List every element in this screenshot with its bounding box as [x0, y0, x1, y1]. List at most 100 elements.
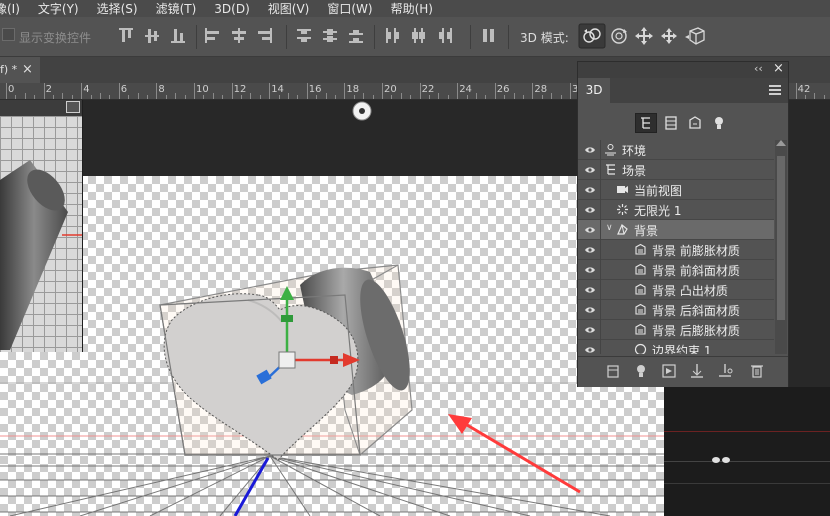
menu-bar: 图像(I)文字(Y)选择(S)滤镜(T)3D(D)视图(V)窗口(W)帮助(H) [0, 0, 830, 17]
panel-tab-3d[interactable]: 3D [578, 78, 610, 103]
menu-item[interactable]: 3D(D) [205, 2, 258, 16]
auto-align-icon[interactable] [480, 27, 498, 45]
layer-row[interactable]: 背景 后膨胀材质 [578, 320, 774, 340]
distribute-hcenter-icon[interactable] [410, 27, 428, 45]
visibility-eye-icon[interactable] [584, 324, 596, 336]
align-hcenter-icon[interactable] [230, 27, 248, 45]
distribute-top-icon[interactable] [296, 27, 314, 45]
layer-label: 场景 [622, 164, 647, 178]
3d-orbit-icon[interactable] [578, 23, 606, 49]
drop-to-ground-icon[interactable] [690, 363, 704, 379]
ruler-tick-label: 28 [534, 84, 548, 95]
visibility-eye-icon[interactable] [584, 224, 596, 236]
layer-row[interactable]: 无限光 1 [578, 200, 774, 220]
document-tab-close-icon[interactable]: × [22, 57, 33, 83]
visibility-eye-icon[interactable] [584, 164, 596, 176]
visibility-eye-icon[interactable] [584, 204, 596, 216]
light-icon [616, 203, 629, 216]
layer-label: 背景 后斜面材质 [652, 304, 740, 318]
align-left-icon[interactable] [204, 27, 222, 45]
material-icon [634, 263, 647, 276]
layer-row[interactable]: 场景 [578, 160, 774, 180]
menu-item[interactable]: 选择(S) [88, 0, 147, 17]
menu-item[interactable]: 视图(V) [259, 0, 319, 17]
visibility-eye-icon[interactable] [584, 144, 596, 156]
add-mesh-icon[interactable] [606, 364, 620, 378]
expand-chevron-icon[interactable]: ∨ [606, 223, 613, 233]
panel-collapse-icon[interactable]: ‹‹ [754, 62, 763, 75]
layer-row[interactable]: 背景 凸出材质 [578, 280, 774, 300]
material-icon [634, 283, 647, 296]
panel-scrollbar[interactable] [775, 140, 787, 354]
panel-menu-icon[interactable] [769, 85, 781, 95]
delete-icon[interactable] [750, 363, 764, 379]
3d-roll-icon[interactable] [609, 26, 629, 46]
document-tab-title: f) * [0, 63, 18, 76]
document-tab[interactable]: f) * × [0, 57, 40, 83]
filter-materials-icon[interactable] [688, 116, 702, 130]
ruler-tick-label: 24 [459, 84, 472, 95]
layer-list: 环境 场景 当前视图 无限光 1 ∨ 背景 背景 前膨胀材质 背景 前斜面材质 背景 凸出材质背… [578, 140, 774, 354]
align-vcenter-icon[interactable] [144, 27, 162, 45]
visibility-eye-icon[interactable] [584, 244, 596, 256]
visibility-eye-icon[interactable] [584, 304, 596, 316]
ruler-tick-label: 10 [196, 84, 209, 95]
panel-tabbar: 3D [578, 78, 788, 103]
layer-row[interactable]: 背景 后斜面材质 [578, 300, 774, 320]
layer-label: 背景 前膨胀材质 [652, 244, 740, 258]
3d-slide-icon[interactable] [659, 26, 679, 46]
ruler-tick-label: 2 [45, 84, 52, 95]
scene-icon [604, 163, 617, 176]
distribute-right-icon[interactable] [436, 27, 454, 45]
distribute-bottom-icon[interactable] [348, 27, 366, 45]
menu-item[interactable]: 图像(I) [0, 0, 29, 17]
environment-icon [604, 143, 617, 156]
render-icon[interactable] [662, 364, 676, 378]
material-icon [634, 243, 647, 256]
add-light-icon[interactable] [634, 364, 648, 378]
ruler-tick-label: 42 [797, 84, 811, 95]
secondary-canvas [664, 387, 830, 516]
align-top-icon[interactable] [118, 27, 136, 45]
layer-row[interactable]: ∨ 背景 [578, 220, 774, 240]
visibility-eye-icon[interactable] [584, 344, 596, 354]
3d-mode-label: 3D 模式: [520, 31, 569, 45]
ruler-tick-label: 16 [308, 84, 322, 95]
menu-item[interactable]: 滤镜(T) [147, 0, 206, 17]
visibility-eye-icon[interactable] [584, 264, 596, 276]
filter-meshes-icon[interactable] [664, 116, 678, 130]
filter-whole-scene-icon[interactable] [635, 113, 657, 133]
layer-row[interactable]: 边界约束 1 [578, 340, 774, 354]
visibility-eye-icon[interactable] [584, 284, 596, 296]
distribute-vcenter-icon[interactable] [322, 27, 340, 45]
filter-lights-icon[interactable] [712, 116, 726, 130]
layer-row[interactable]: 当前视图 [578, 180, 774, 200]
3d-scale-icon[interactable] [684, 25, 706, 47]
ruler-tick-label: 0 [8, 84, 15, 95]
layer-label: 背景 凸出材质 [652, 284, 728, 298]
menu-item[interactable]: 文字(Y) [29, 0, 88, 17]
ruler-tick-label: 12 [233, 84, 247, 95]
layer-row[interactable]: 背景 前斜面材质 [578, 260, 774, 280]
ruler-tick-label: 14 [271, 84, 284, 95]
material-icon [634, 323, 647, 336]
menu-item[interactable]: 帮助(H) [382, 0, 442, 17]
align-right-icon[interactable] [256, 27, 274, 45]
panel-close-icon[interactable]: × [773, 61, 784, 76]
distribute-left-icon[interactable] [384, 27, 402, 45]
ruler-tick-label: 20 [384, 84, 397, 95]
3d-scene [0, 101, 664, 516]
menu-item[interactable]: 窗口(W) [318, 0, 381, 17]
layer-row[interactable]: 背景 前膨胀材质 [578, 240, 774, 260]
canvas-area[interactable] [0, 100, 664, 516]
visibility-eye-icon[interactable] [584, 184, 596, 196]
3d-pan-icon[interactable] [634, 26, 654, 46]
scrollbar-thumb[interactable] [777, 156, 785, 320]
add-constraint-icon[interactable] [718, 363, 734, 379]
layer-label: 当前视图 [634, 184, 683, 198]
show-transform-checkbox[interactable] [2, 28, 15, 41]
align-bottom-icon[interactable] [170, 27, 188, 45]
3d-panel: ‹‹ × 3D 环境场景当前视图无限光 1 ∨ 背景背景 前膨胀材质背景 前斜面材质… [577, 61, 789, 387]
panel-footer [578, 356, 788, 387]
layer-row[interactable]: 环境 [578, 140, 774, 160]
